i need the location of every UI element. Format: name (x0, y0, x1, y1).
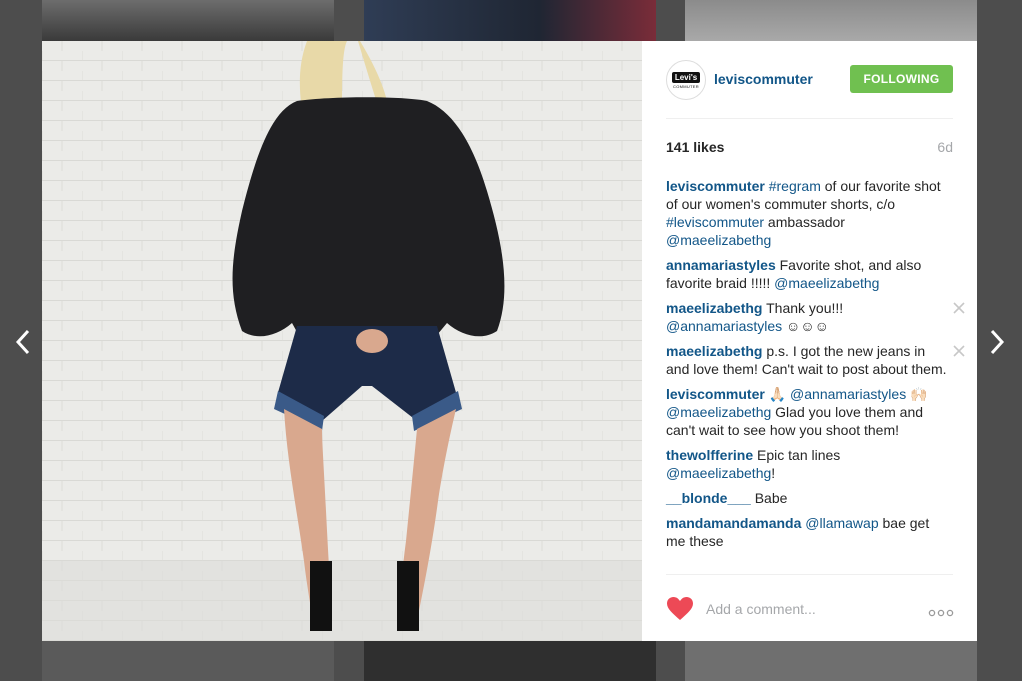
more-options-button[interactable] (928, 604, 954, 617)
grid-thumbnail[interactable] (364, 0, 656, 41)
mention-link[interactable]: @llamawap (805, 515, 878, 531)
comment-text: ☺☺☺ (782, 318, 829, 334)
avatar-subtext: COMMUTER (673, 83, 699, 89)
grid-thumbnail[interactable] (685, 0, 977, 41)
previous-post-button[interactable] (8, 322, 38, 362)
next-post-button[interactable] (982, 322, 1012, 362)
grid-thumbnail[interactable] (42, 641, 334, 681)
grid-thumbnail[interactable] (685, 641, 977, 681)
comment-text: ! (771, 465, 776, 481)
comment-username[interactable]: mandamandamanda (666, 515, 801, 531)
comment-text: 🙏🏻 (764, 386, 791, 402)
comment-username[interactable]: __blonde___ (666, 490, 751, 506)
mention-link[interactable]: @maeelizabethg (666, 404, 771, 420)
post-time[interactable]: 6d (937, 139, 953, 155)
more-options-icon (928, 609, 954, 617)
add-comment-input[interactable] (704, 597, 918, 621)
post-modal: Levi's COMMUTER leviscommuter FOLLOWING … (42, 41, 977, 641)
post-image (42, 41, 642, 641)
comment: annamariastyles Favorite shot, and also … (666, 256, 956, 292)
comment-username[interactable]: leviscommuter (666, 178, 765, 194)
hashtag-link[interactable]: #regram (769, 178, 821, 194)
comment: maeelizabethg Thank you!!! @annamariasty… (666, 299, 965, 335)
comment-username[interactable]: maeelizabethg (666, 343, 762, 359)
mention-link[interactable]: @annamariastyles (790, 386, 906, 402)
mention-link[interactable]: @maeelizabethg (774, 275, 879, 291)
heart-icon (667, 597, 693, 620)
like-button[interactable] (666, 596, 694, 622)
levis-logo: Levi's (671, 71, 701, 83)
comments-list: leviscommuter #regram of our favorite sh… (666, 177, 965, 557)
close-icon (953, 302, 965, 314)
grid-thumbnail[interactable] (42, 0, 334, 41)
comment: leviscommuter 🙏🏻 @annamariastyles 🙌🏻 @ma… (666, 385, 956, 439)
grid-thumbnail[interactable] (364, 641, 656, 681)
comment: maeelizabethg p.s. I got the new jeans i… (666, 342, 965, 378)
post-username[interactable]: leviscommuter (714, 71, 813, 87)
divider (666, 574, 953, 575)
mention-link[interactable]: @annamariastyles (666, 318, 782, 334)
comment-text: Babe (750, 490, 788, 506)
post-photo[interactable] (42, 41, 642, 641)
comment-username[interactable]: annamariastyles (666, 257, 776, 273)
close-icon (953, 345, 965, 357)
post-header: Levi's COMMUTER leviscommuter FOLLOWING (666, 60, 953, 100)
comment-text: Epic tan lines (753, 447, 841, 463)
comment: thewolfferine Epic tan lines @maeelizabe… (666, 446, 956, 482)
chevron-left-icon (15, 329, 30, 355)
avatar[interactable]: Levi's COMMUTER (666, 60, 706, 100)
delete-comment-button[interactable] (952, 301, 966, 315)
delete-comment-button[interactable] (952, 344, 966, 358)
mention-link[interactable]: @maeelizabethg (666, 465, 771, 481)
comment: __blonde___ Babe (666, 489, 956, 507)
likes-count[interactable]: 141 likes (666, 139, 724, 155)
mention-link[interactable]: @maeelizabethg (666, 232, 771, 248)
comment: mandamandamanda @llamawap bae get me the… (666, 514, 956, 550)
post-details-panel: Levi's COMMUTER leviscommuter FOLLOWING … (642, 41, 977, 641)
following-button[interactable]: FOLLOWING (850, 65, 953, 93)
comment-username[interactable]: leviscommuter (666, 386, 765, 402)
comment-username[interactable]: thewolfferine (666, 447, 753, 463)
comment-text: Thank you!!! (762, 300, 844, 316)
divider (666, 118, 953, 119)
chevron-right-icon (990, 329, 1005, 355)
comment: leviscommuter #regram of our favorite sh… (666, 177, 956, 249)
comment-text: ambassador (764, 214, 845, 230)
comment-username[interactable]: maeelizabethg (666, 300, 762, 316)
hashtag-link[interactable]: #leviscommuter (666, 214, 764, 230)
comment-text: 🙌🏻 (906, 386, 928, 402)
